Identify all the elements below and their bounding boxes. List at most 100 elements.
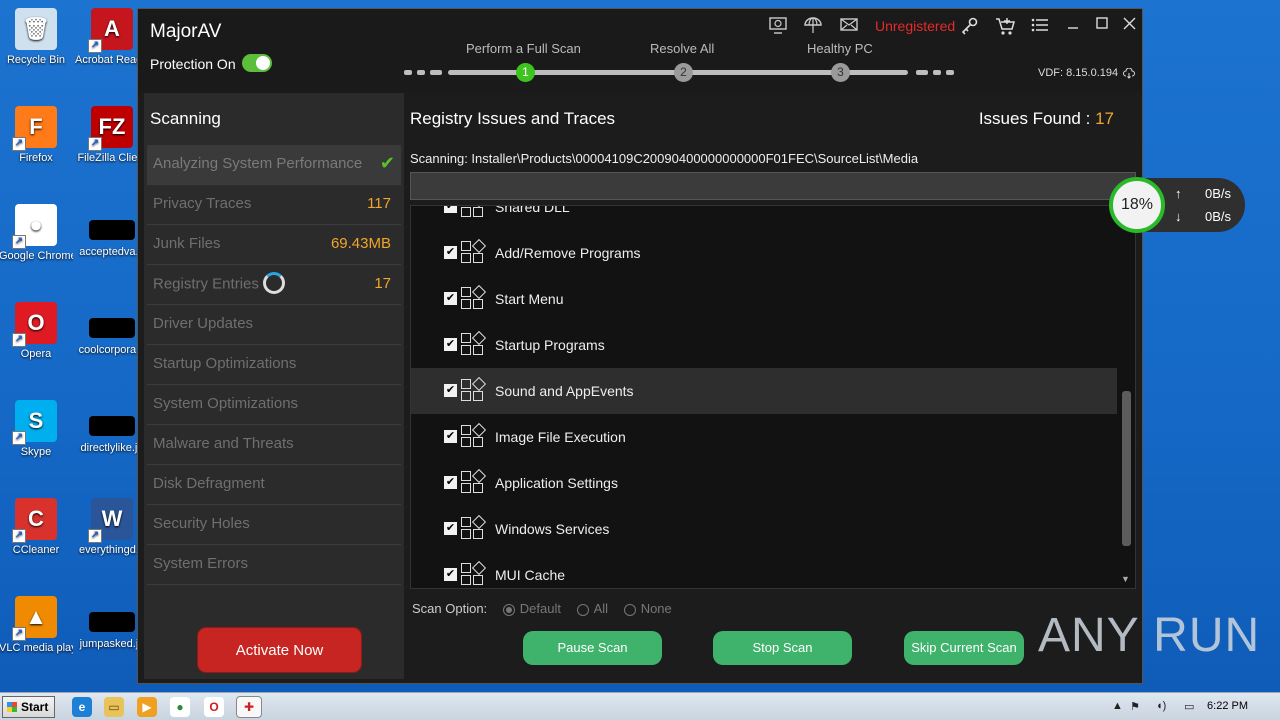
file-icon — [89, 318, 135, 338]
cart-icon[interactable] — [993, 16, 1017, 40]
scan-category-item: Analyzing System Performance ✔ — [147, 145, 401, 185]
shortcut-arrow-icon: ↗ — [88, 529, 102, 543]
scan-category-item: Privacy Traces 117 — [147, 185, 401, 225]
track-dash — [933, 70, 941, 75]
registry-list-item[interactable]: ✔ Start Menu — [411, 276, 1118, 322]
item-checkbox[interactable]: ✔ — [444, 430, 457, 443]
pause-scan-button[interactable]: Pause Scan — [523, 631, 662, 665]
globe-icon[interactable] — [801, 16, 825, 40]
desktop-icon[interactable]: C ↗ CCleaner — [0, 498, 73, 557]
radio-all[interactable] — [576, 603, 589, 616]
icon-glyph: 🗑 — [22, 16, 50, 41]
stop-scan-button[interactable]: Stop Scan — [713, 631, 852, 665]
step-2-label: Resolve All — [650, 41, 715, 56]
item-checkbox[interactable]: ✔ — [444, 338, 457, 351]
item-checkbox[interactable]: ✔ — [444, 476, 457, 489]
unregistered-label[interactable]: Unregistered — [875, 18, 955, 34]
registry-list-item[interactable]: ✔ Application Settings — [411, 460, 1118, 506]
track-dash — [916, 70, 928, 75]
icon-glyph: O — [27, 310, 45, 335]
opera-taskbar-icon[interactable]: O — [204, 697, 224, 717]
tray-volume-icon[interactable]: ◖) — [1156, 700, 1166, 712]
scan-categories-panel: Scanning Analyzing System Performance ✔ Pr… — [144, 93, 404, 679]
icon-glyph: C — [28, 506, 44, 531]
scan-steps: Perform a Full Scan Resolve All Healthy … — [404, 39, 964, 84]
start-button[interactable]: Start — [2, 696, 55, 718]
registry-list-item[interactable]: ✔ Add/Remove Programs — [411, 230, 1118, 276]
option-none-label: None — [640, 601, 672, 616]
registry-list-item[interactable]: ✔ Sound and AppEvents — [411, 368, 1118, 414]
category-label: Registry Entries — [153, 275, 259, 293]
anyrun-watermark: ANY RUN — [1038, 609, 1261, 662]
monitor-icon[interactable] — [766, 16, 790, 40]
desktop-icon[interactable]: ▲↗VLC media player — [0, 596, 73, 655]
desktop-icon-label: Firefox — [19, 152, 53, 164]
tray-arrow-icon[interactable]: ▲ — [1112, 700, 1123, 712]
scrollbar-thumb[interactable] — [1122, 391, 1131, 546]
radio-default[interactable] — [502, 603, 515, 616]
registry-list-item[interactable]: ✔ Windows Services — [411, 506, 1118, 552]
desktop-icon[interactable]: 🗑 Recycle Bin — [0, 8, 73, 67]
majorav-taskbar-icon[interactable]: ✚ — [236, 696, 262, 718]
step-3-dot: 3 — [831, 63, 850, 82]
desktop-icon[interactable]: O ↗ Opera — [0, 302, 73, 361]
scroll-down-icon[interactable]: ▼ — [1121, 574, 1130, 584]
menu-icon[interactable] — [1028, 16, 1052, 40]
shortcut-arrow-icon: ↗ — [12, 627, 26, 641]
item-checkbox[interactable]: ✔ — [444, 246, 457, 259]
radio-none[interactable] — [623, 603, 636, 616]
protection-toggle[interactable] — [242, 54, 272, 72]
item-checkbox[interactable]: ✔ — [444, 206, 457, 213]
download-speed: ↓ 0B/s — [1175, 209, 1231, 224]
desktop-icon[interactable]: S ↗ Skype — [0, 400, 73, 459]
download-value: 0B/s — [1204, 209, 1231, 224]
icon-glyph: F — [29, 114, 43, 139]
mail-icon[interactable] — [837, 16, 861, 40]
track-dash — [946, 70, 954, 75]
tray-flag-icon[interactable]: ⚑ — [1130, 700, 1140, 713]
item-label: Sound and AppEvents — [495, 383, 634, 399]
registry-icon — [461, 284, 487, 311]
item-checkbox[interactable]: ✔ — [444, 522, 457, 535]
item-label: Image File Execution — [495, 429, 626, 445]
activate-now-button[interactable]: Activate Now — [197, 627, 362, 673]
registry-list-item[interactable]: ✔ MUI Cache — [411, 552, 1118, 588]
category-label: System Optimizations — [153, 395, 299, 412]
shortcut-arrow-icon: ↗ — [12, 235, 26, 249]
registry-list-item[interactable]: ✔ Startup Programs — [411, 322, 1118, 368]
explorer-icon[interactable]: ▭ — [104, 697, 124, 717]
vdf-version: VDF: 8.15.0.194 — [1038, 67, 1136, 79]
close-icon[interactable] — [1118, 16, 1142, 40]
scan-category-item: Malware and Threats — [147, 425, 401, 465]
track-dash — [404, 70, 412, 75]
registry-list-item[interactable]: ✔ Image File Execution — [411, 414, 1118, 460]
cloud-download-icon[interactable] — [1123, 67, 1136, 79]
tray-network-icon[interactable]: ▭ — [1184, 700, 1194, 713]
key-icon[interactable] — [958, 16, 982, 40]
issues-found: Issues Found : 17 — [979, 109, 1114, 129]
scan-progress-bar — [410, 172, 1136, 200]
protection-label: Protection On — [150, 56, 236, 72]
skip-current-scan-button[interactable]: Skip Current Scan — [904, 631, 1024, 665]
item-checkbox[interactable]: ✔ — [444, 292, 457, 305]
shortcut-arrow-icon: ↗ — [12, 137, 26, 151]
registry-list-item[interactable]: ✔ Shared DLL — [411, 206, 1118, 230]
icon-glyph: ▲ — [25, 604, 47, 629]
chrome-taskbar-icon[interactable]: ● — [170, 697, 190, 717]
ie-icon[interactable]: e — [72, 697, 92, 717]
list-scrollbar[interactable]: ▼ — [1117, 206, 1135, 588]
registry-icon — [461, 206, 487, 219]
item-checkbox[interactable]: ✔ — [444, 384, 457, 397]
chrome-icon: ● ↗ — [12, 204, 57, 249]
maximize-icon[interactable] — [1090, 16, 1114, 40]
media-player-icon[interactable]: ▶ — [137, 697, 157, 717]
network-gauge-widget[interactable]: 18% ↑ 0B/s ↓ 0B/s — [1109, 177, 1245, 233]
desktop-icon[interactable]: F ↗ Firefox — [0, 106, 73, 165]
scan-category-item: System Errors — [147, 545, 401, 585]
item-checkbox[interactable]: ✔ — [444, 568, 457, 581]
scan-category-item: Disk Defragment — [147, 465, 401, 505]
track-dash — [417, 70, 425, 75]
desktop-icon[interactable]: ● ↗ Google Chrome — [0, 204, 73, 263]
minimize-icon[interactable] — [1061, 16, 1085, 40]
clock[interactable]: 6:22 PM — [1207, 700, 1248, 712]
